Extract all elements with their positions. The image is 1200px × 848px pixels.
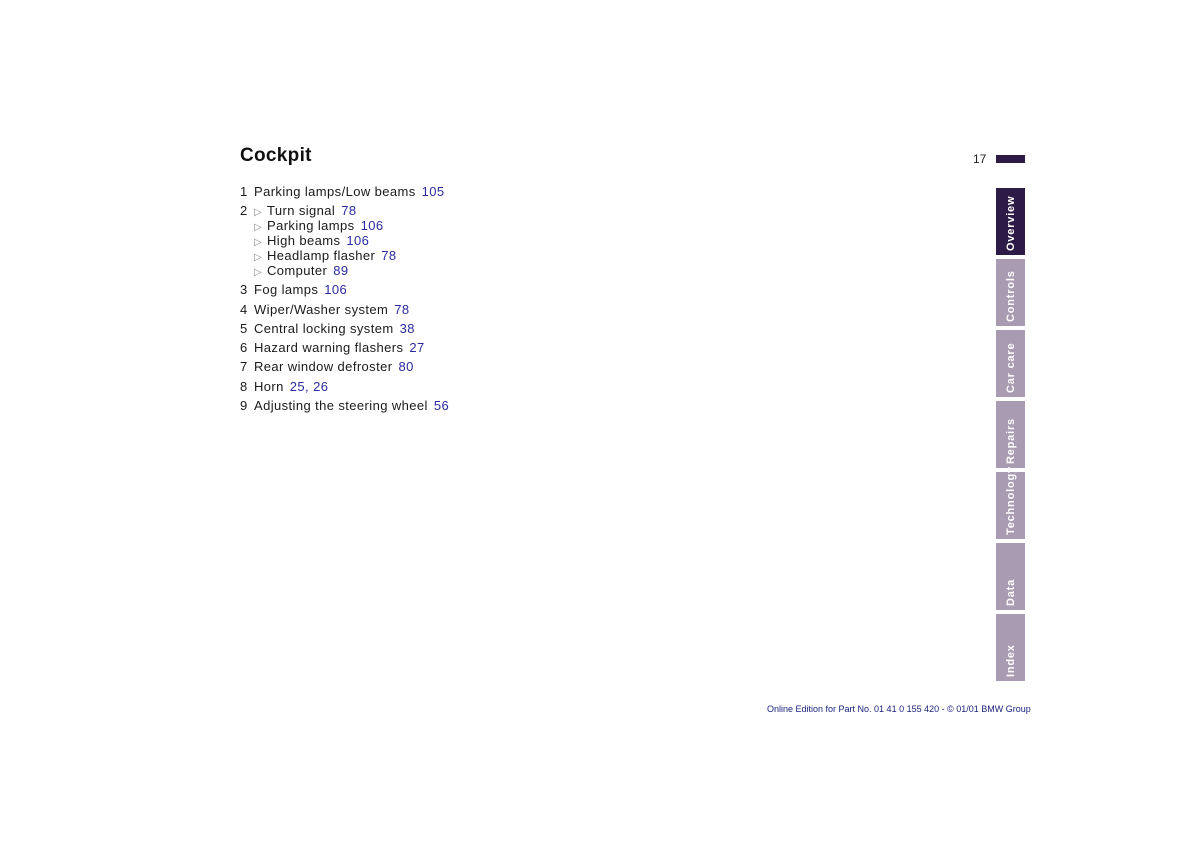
- list-item: 7 Rear window defroster 80: [240, 359, 449, 378]
- page-ref-link[interactable]: 78: [341, 203, 356, 218]
- list-item: 3 Fog lamps 106: [240, 282, 449, 301]
- item-label: Horn: [254, 378, 284, 394]
- page-ref-link[interactable]: 106: [361, 218, 384, 233]
- subitem-label: High beams: [267, 233, 341, 249]
- item-label: Fog lamps: [254, 282, 319, 298]
- item-label: Wiper/Washer system: [254, 301, 389, 317]
- item-label: Adjusting the steering wheel: [254, 398, 428, 414]
- item-number: 7: [240, 359, 248, 375]
- page-title: Cockpit: [240, 145, 312, 166]
- subitem-label: Computer: [267, 263, 328, 279]
- list-subitem: ▷ Parking lamps 106: [240, 218, 449, 233]
- tab-overview[interactable]: Overview: [996, 188, 1025, 255]
- item-number: 1: [240, 184, 248, 199]
- item-label: Parking lamps/Low beams: [254, 184, 416, 199]
- tab-technology[interactable]: Technology: [996, 466, 1025, 539]
- page-number: 17: [973, 152, 987, 166]
- tab-label: Repairs: [1004, 418, 1017, 464]
- list-item-group: 2 ▷ Turn signal 78 ▷ Parking lamps 106 ▷ High …: [240, 203, 449, 278]
- item-number: 8: [240, 378, 248, 394]
- tab-label: Controls: [1004, 270, 1017, 322]
- page-ref-link[interactable]: 106: [346, 233, 369, 248]
- tab-repairs[interactable]: Repairs: [996, 401, 1025, 468]
- page-ref-link[interactable]: 56: [434, 398, 449, 413]
- tab-car-care[interactable]: Car care: [996, 330, 1025, 397]
- page-ref-link[interactable]: 25, 26: [290, 379, 329, 394]
- list-item: 5 Central locking system 38: [240, 321, 449, 340]
- page-ref-link[interactable]: 38: [400, 321, 415, 336]
- item-number: 4: [240, 301, 248, 317]
- tab-label: Data: [1004, 578, 1017, 606]
- item-number: 5: [240, 320, 248, 336]
- list-item: 9 Adjusting the steering wheel 56: [240, 398, 449, 417]
- list-item: 1 Parking lamps/Low beams 105: [240, 184, 449, 203]
- item-label: Rear window defroster: [254, 359, 393, 375]
- item-number: 9: [240, 398, 248, 414]
- subitem-label: Turn signal: [267, 203, 336, 219]
- section-tabs: Overview Controls Car care Repairs Techn…: [996, 188, 1025, 685]
- tab-label: Car care: [1004, 342, 1017, 393]
- item-number: 3: [240, 282, 248, 298]
- item-label: Central locking system: [254, 320, 394, 336]
- list-subitem: 2 ▷ Turn signal 78: [240, 203, 449, 218]
- subitem-label: Parking lamps: [267, 218, 355, 234]
- list-subitem: ▷ Headlamp flasher 78: [240, 248, 449, 263]
- list-item: 8 Horn 25, 26: [240, 379, 449, 398]
- footer-edition-note: Online Edition for Part No. 01 41 0 155 …: [767, 704, 1031, 714]
- item-number: 6: [240, 340, 248, 356]
- page-ref-link[interactable]: 105: [422, 184, 445, 199]
- triangle-bullet-icon: ▷: [254, 267, 263, 279]
- tab-label: Index: [1004, 644, 1017, 677]
- tab-label: Overview: [1004, 195, 1017, 251]
- tab-index[interactable]: Index: [996, 614, 1025, 681]
- page-ref-link[interactable]: 89: [333, 263, 348, 278]
- subitem-label: Headlamp flasher: [267, 248, 376, 264]
- item-label: Hazard warning flashers: [254, 340, 404, 356]
- page-ref-link[interactable]: 106: [324, 282, 347, 297]
- cockpit-legend-list: 1 Parking lamps/Low beams 105 2 ▷ Turn signa…: [240, 184, 449, 417]
- list-subitem: ▷ High beams 106: [240, 233, 449, 248]
- tab-controls[interactable]: Controls: [996, 259, 1025, 326]
- page-ref-link[interactable]: 78: [381, 248, 396, 263]
- tab-data[interactable]: Data: [996, 543, 1025, 610]
- page-ref-link[interactable]: 80: [398, 359, 413, 374]
- list-subitem: ▷ Computer 89: [240, 263, 449, 278]
- list-item: 4 Wiper/Washer system 78: [240, 302, 449, 321]
- page-marker-bar: [996, 155, 1025, 163]
- page-ref-link[interactable]: 78: [394, 302, 409, 317]
- item-number: 2: [240, 203, 248, 219]
- list-item: 6 Hazard warning flashers 27: [240, 340, 449, 359]
- page-ref-link[interactable]: 27: [409, 340, 424, 355]
- tab-label: Technology: [1004, 466, 1017, 535]
